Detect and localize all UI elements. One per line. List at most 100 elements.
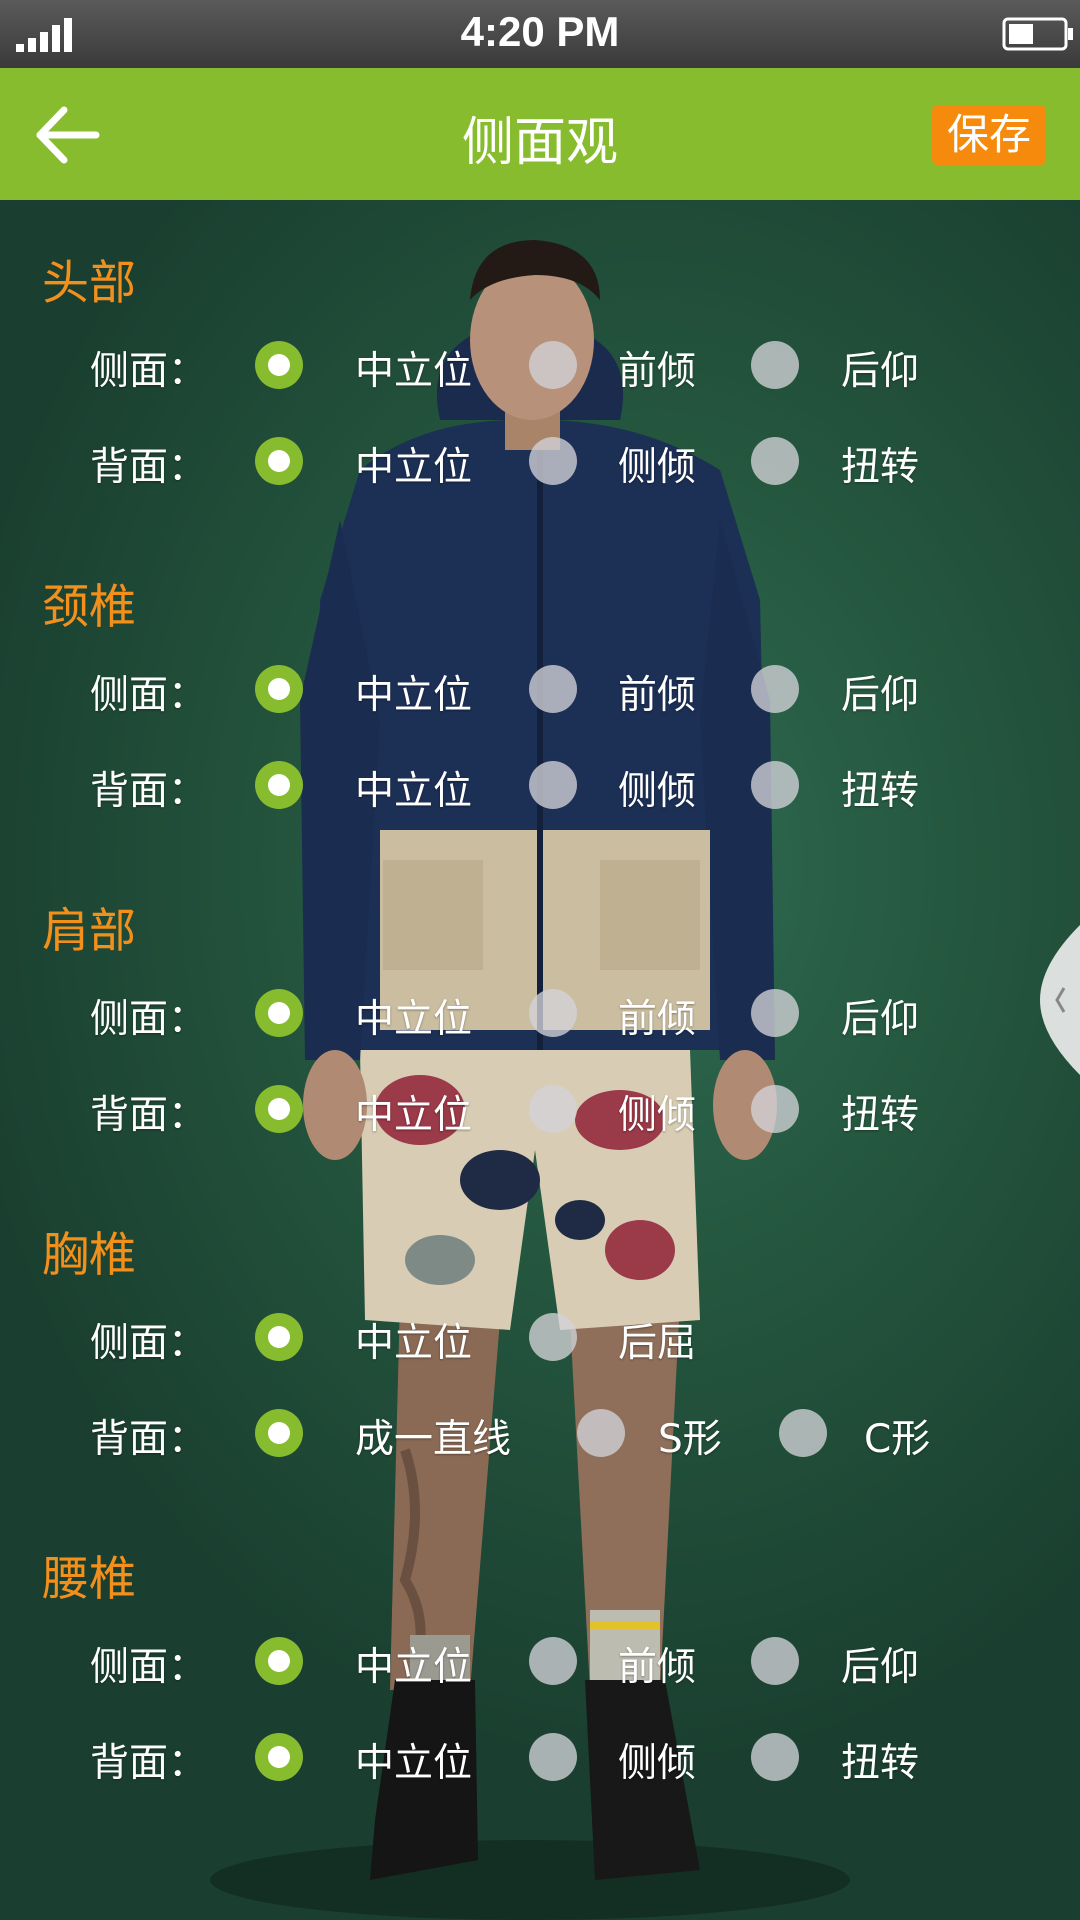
option-row: 侧面： 中立位 前倾 后仰 — [0, 982, 1080, 1042]
option-label: 中立位 — [355, 997, 473, 1042]
option-label: 中立位 — [355, 445, 473, 490]
save-button[interactable]: 保存 — [932, 105, 1046, 165]
radio-selected-icon[interactable] — [255, 665, 303, 713]
radio-option[interactable]: 后仰 — [751, 1630, 1011, 1690]
radio-unselected-icon[interactable] — [529, 437, 577, 485]
radio-option[interactable]: 后仰 — [751, 658, 1011, 718]
option-label: 中立位 — [355, 769, 473, 814]
section-title: 颈椎 — [42, 580, 136, 635]
option-label: 侧倾 — [618, 1741, 697, 1786]
radio-unselected-icon[interactable] — [529, 1637, 577, 1685]
radio-unselected-icon[interactable] — [529, 1733, 577, 1781]
option-label: 中立位 — [355, 349, 473, 394]
radio-selected-icon[interactable] — [255, 761, 303, 809]
option-label: 后仰 — [841, 349, 920, 394]
radio-option[interactable]: 后仰 — [751, 982, 1011, 1042]
radio-selected-icon[interactable] — [255, 1085, 303, 1133]
radio-selected-icon[interactable] — [255, 437, 303, 485]
radio-unselected-icon[interactable] — [751, 1085, 799, 1133]
chevron-left-icon[interactable] — [1040, 925, 1080, 1075]
radio-unselected-icon[interactable] — [751, 665, 799, 713]
radio-unselected-icon[interactable] — [751, 761, 799, 809]
radio-unselected-icon[interactable] — [577, 1409, 625, 1457]
radio-option[interactable]: 扭转 — [751, 430, 1011, 490]
radio-option[interactable]: 中立位 — [255, 1078, 525, 1138]
radio-unselected-icon[interactable] — [751, 341, 799, 389]
option-label: 后屈 — [618, 1321, 697, 1366]
radio-option[interactable]: 中立位 — [255, 982, 525, 1042]
option-row: 侧面： 中立位 前倾 后仰 — [0, 334, 1080, 394]
radio-unselected-icon[interactable] — [529, 761, 577, 809]
radio-option[interactable]: 扭转 — [751, 1078, 1011, 1138]
radio-selected-icon[interactable] — [255, 1313, 303, 1361]
option-row: 背面： 成一直线 S形 C形 — [0, 1402, 1080, 1462]
radio-option[interactable]: 扭转 — [751, 1726, 1011, 1786]
radio-unselected-icon[interactable] — [779, 1409, 827, 1457]
nav-bar: 侧面观 保存 — [0, 68, 1080, 200]
radio-unselected-icon[interactable] — [529, 1313, 577, 1361]
radio-unselected-icon[interactable] — [529, 989, 577, 1037]
radio-option[interactable]: 侧倾 — [529, 1726, 788, 1786]
option-row: 背面： 中立位 侧倾 扭转 — [0, 1726, 1080, 1786]
row-label: 侧面： — [90, 1645, 208, 1690]
radio-unselected-icon[interactable] — [751, 989, 799, 1037]
radio-unselected-icon[interactable] — [751, 437, 799, 485]
row-label: 背面： — [90, 445, 208, 490]
radio-option[interactable]: 扭转 — [751, 754, 1011, 814]
row-label: 背面： — [90, 1093, 208, 1138]
radio-selected-icon[interactable] — [255, 1733, 303, 1781]
radio-option[interactable]: 成一直线 — [255, 1402, 525, 1462]
option-label: 成一直线 — [355, 1417, 512, 1462]
option-label: S形 — [658, 1417, 722, 1462]
status-bar: 4:20 PM — [0, 0, 1080, 68]
option-label: 中立位 — [355, 1321, 473, 1366]
option-row: 侧面： 中立位 前倾 后仰 — [0, 1630, 1080, 1690]
radio-option[interactable]: 后屈 — [529, 1306, 788, 1366]
radio-unselected-icon[interactable] — [529, 665, 577, 713]
radio-selected-icon[interactable] — [255, 1409, 303, 1457]
radio-option[interactable]: 前倾 — [529, 334, 788, 394]
row-label: 背面： — [90, 1417, 208, 1462]
radio-unselected-icon[interactable] — [529, 341, 577, 389]
radio-option[interactable]: 中立位 — [255, 430, 525, 490]
option-label: 后仰 — [841, 997, 920, 1042]
radio-option[interactable]: 前倾 — [529, 982, 788, 1042]
option-label: 后仰 — [841, 1645, 920, 1690]
option-label: 扭转 — [841, 769, 920, 814]
option-label: C形 — [864, 1417, 931, 1462]
section-title: 头部 — [42, 256, 136, 311]
option-label: 扭转 — [841, 1741, 920, 1786]
status-time: 4:20 PM — [460, 8, 620, 55]
radio-unselected-icon[interactable] — [751, 1733, 799, 1781]
battery-icon — [1002, 17, 1073, 51]
section-title: 胸椎 — [42, 1228, 136, 1283]
option-row: 背面： 中立位 侧倾 扭转 — [0, 430, 1080, 490]
option-label: 中立位 — [355, 1741, 473, 1786]
section-title: 腰椎 — [42, 1552, 136, 1607]
radio-selected-icon[interactable] — [255, 989, 303, 1037]
radio-option[interactable]: 中立位 — [255, 1726, 525, 1786]
option-label: 扭转 — [841, 1093, 920, 1138]
radio-selected-icon[interactable] — [255, 1637, 303, 1685]
radio-option[interactable]: 中立位 — [255, 1630, 525, 1690]
radio-option[interactable]: 前倾 — [529, 1630, 788, 1690]
radio-unselected-icon[interactable] — [529, 1085, 577, 1133]
radio-option[interactable]: 前倾 — [529, 658, 788, 718]
row-label: 侧面： — [90, 1321, 208, 1366]
radio-unselected-icon[interactable] — [751, 1637, 799, 1685]
radio-option[interactable]: 中立位 — [255, 334, 525, 394]
radio-option[interactable]: 中立位 — [255, 658, 525, 718]
radio-option[interactable]: 侧倾 — [529, 1078, 788, 1138]
radio-option[interactable]: 后仰 — [751, 334, 1011, 394]
radio-option[interactable]: 中立位 — [255, 754, 525, 814]
option-label: 前倾 — [618, 1645, 697, 1690]
arrow-left-icon[interactable] — [30, 98, 104, 172]
radio-option[interactable]: 侧倾 — [529, 430, 788, 490]
radio-option[interactable]: 侧倾 — [529, 754, 788, 814]
radio-selected-icon[interactable] — [255, 341, 303, 389]
option-label: 中立位 — [355, 673, 473, 718]
option-row: 背面： 中立位 侧倾 扭转 — [0, 754, 1080, 814]
radio-option[interactable]: C形 — [779, 1402, 1034, 1462]
option-label: 前倾 — [618, 349, 697, 394]
radio-option[interactable]: 中立位 — [255, 1306, 525, 1366]
